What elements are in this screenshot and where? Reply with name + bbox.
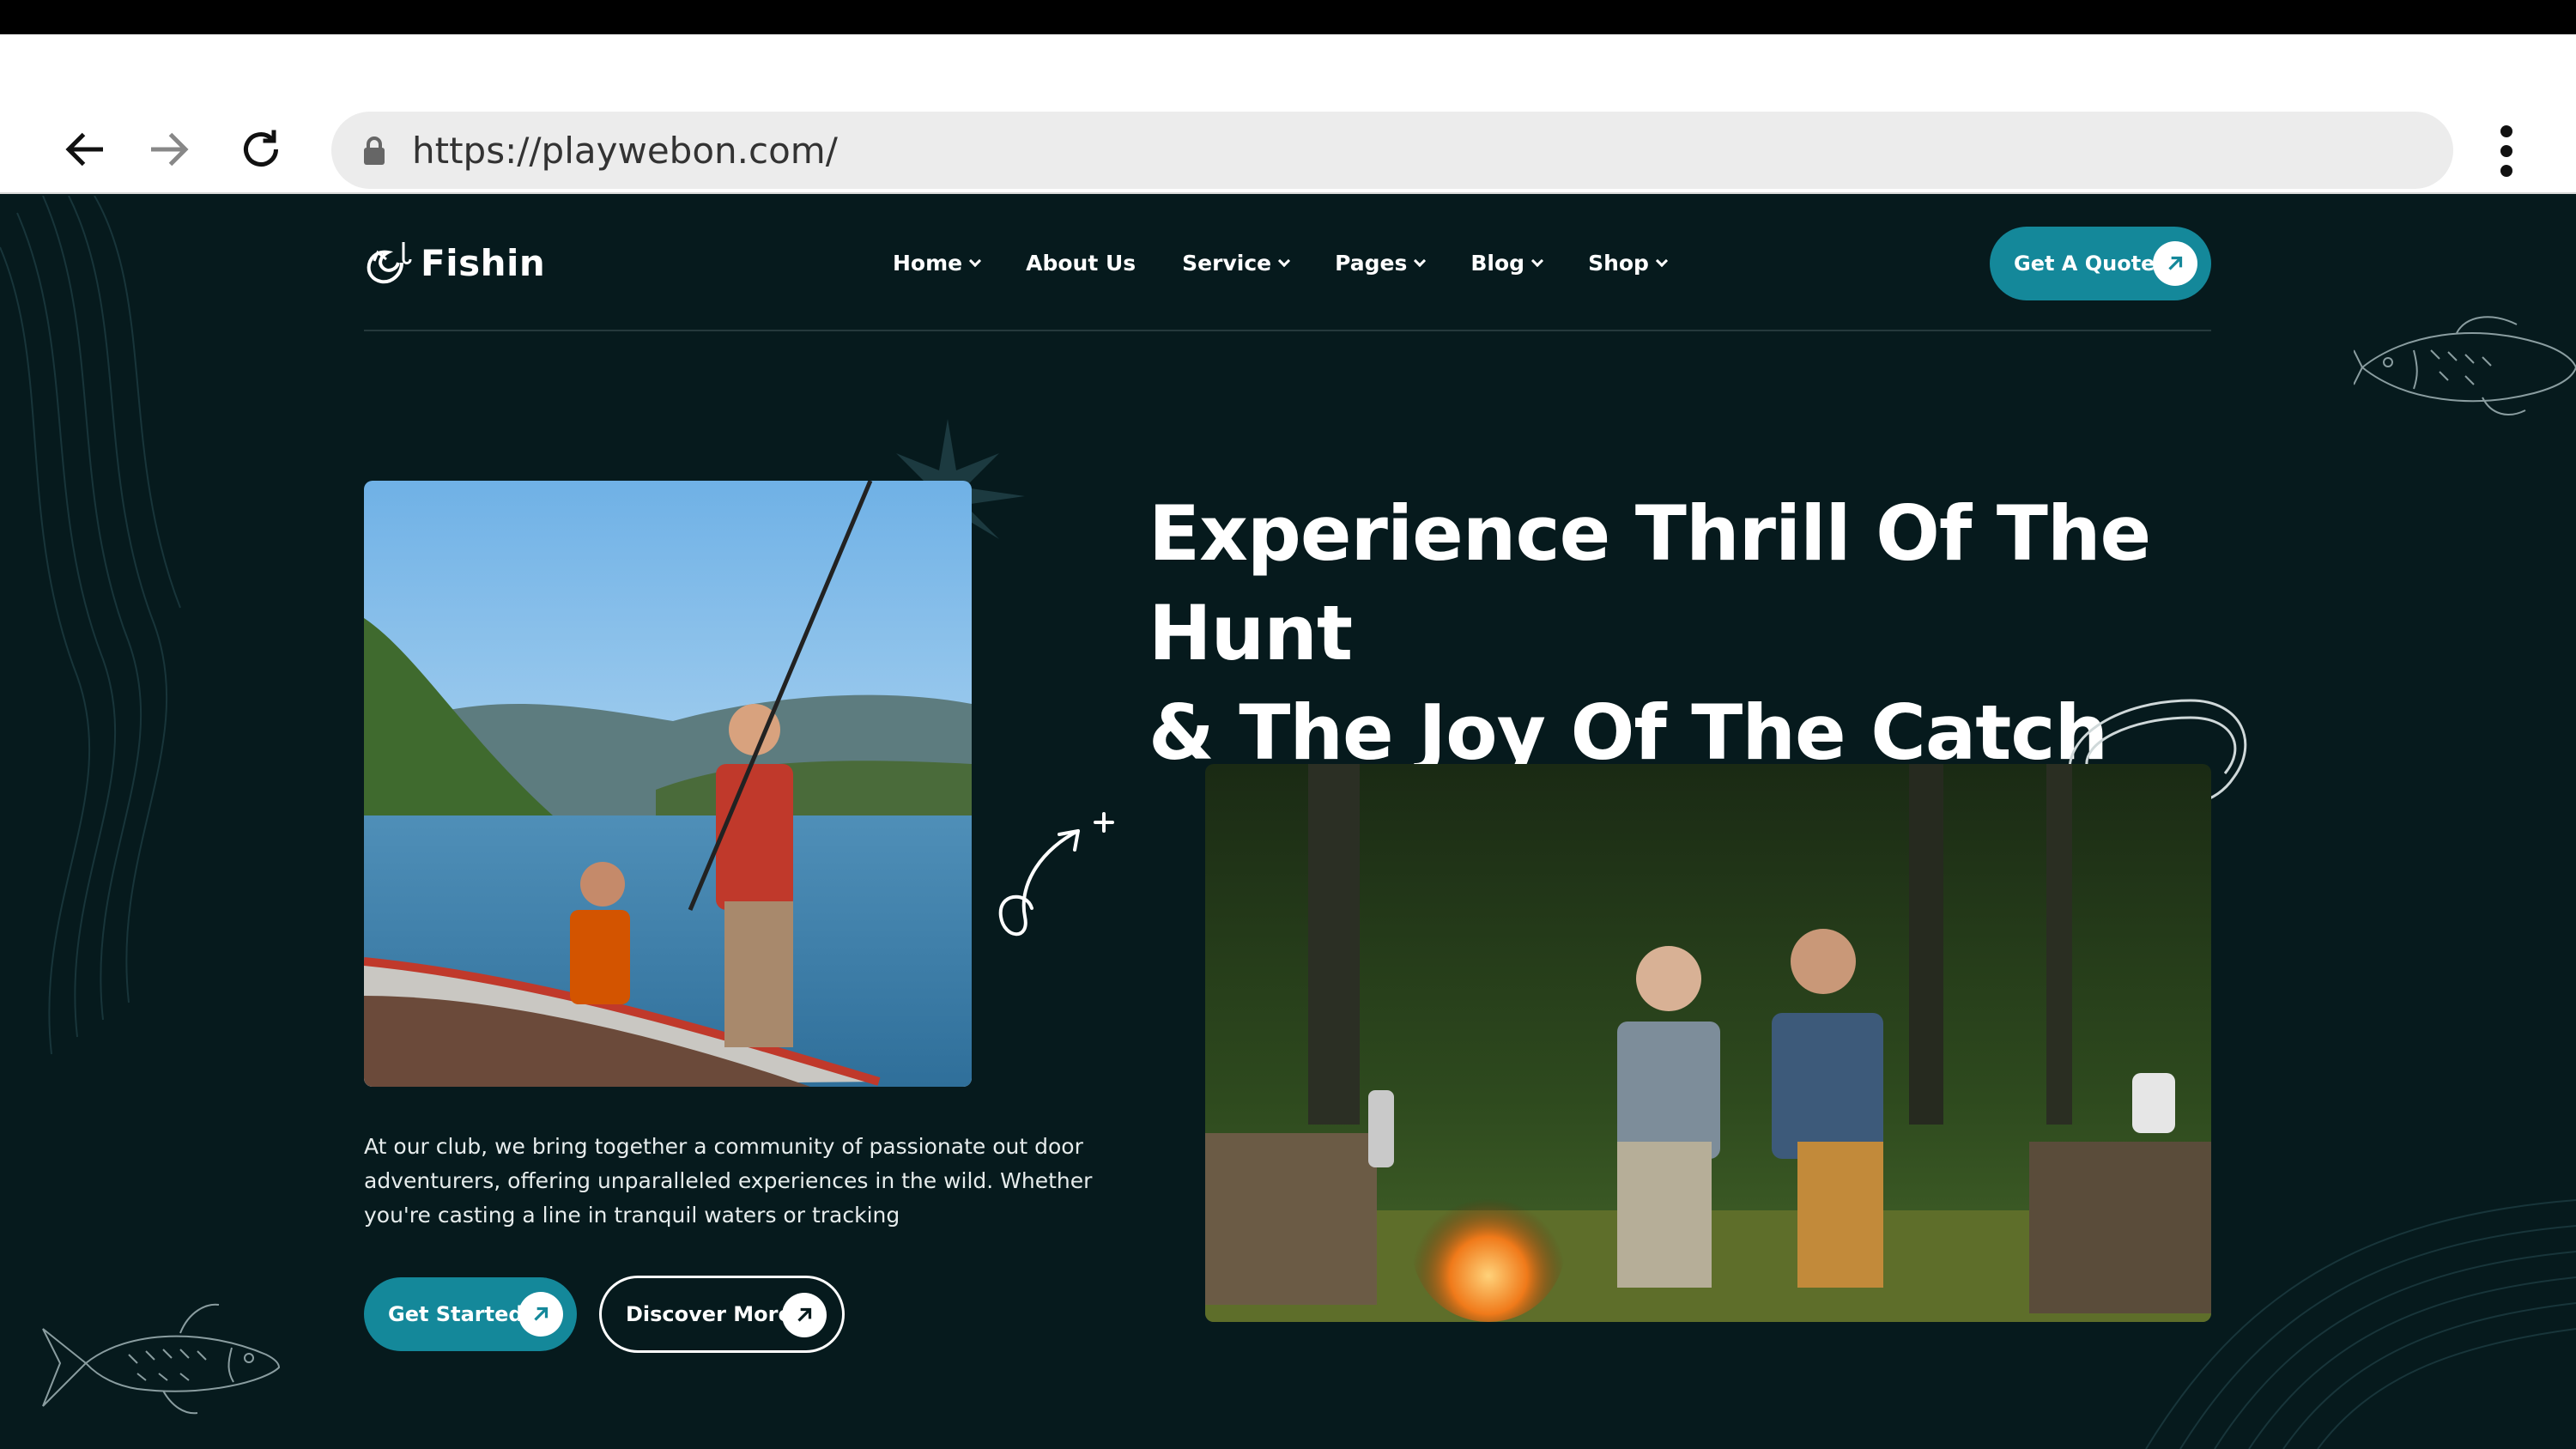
status-bar xyxy=(0,0,2576,34)
chevron-down-icon xyxy=(1278,254,1291,267)
hero-description: At our club, we bring together a communi… xyxy=(364,1134,1093,1228)
discover-more-label: Discover More xyxy=(626,1302,792,1326)
chevron-down-icon xyxy=(969,254,982,267)
nav-item-label: Pages xyxy=(1335,251,1408,276)
nav-item-label: Service xyxy=(1182,251,1272,276)
nav-item-label: About Us xyxy=(1026,251,1136,276)
fish-sketch-icon xyxy=(2354,316,2576,415)
arrow-up-right-icon xyxy=(518,1292,563,1337)
tuna-sketch-icon xyxy=(42,1303,281,1415)
get-started-button[interactable]: Get Started xyxy=(364,1277,577,1351)
nav-item-blog[interactable]: Blog xyxy=(1470,251,1544,276)
curly-arrow-decoration xyxy=(998,812,1114,937)
nav-item-label: Blog xyxy=(1470,251,1525,276)
forward-button[interactable] xyxy=(137,118,199,180)
website: Fishin Home About Us Service Pages Blog … xyxy=(0,196,2576,1449)
back-button[interactable] xyxy=(55,118,117,180)
page: https://playwebon.com/ Fishin Home About… xyxy=(0,0,2576,1449)
arrow-up-right-icon xyxy=(782,1293,827,1337)
get-a-quote-button[interactable]: Get A Quote xyxy=(1990,227,2211,300)
nav-item-about-us[interactable]: About Us xyxy=(1026,251,1136,276)
logo-text: Fishin xyxy=(421,241,546,284)
nav-item-label: Shop xyxy=(1588,251,1649,276)
hero-title-line1: Experience Thrill Of The Hunt xyxy=(1149,489,2151,677)
url-text[interactable]: https://playwebon.com/ xyxy=(412,130,838,172)
chevron-down-icon xyxy=(1414,254,1427,267)
chevron-down-icon xyxy=(1531,254,1544,267)
get-started-label: Get Started xyxy=(388,1302,524,1326)
arrow-right-icon xyxy=(151,132,189,167)
reload-button[interactable] xyxy=(230,118,292,180)
nav-item-service[interactable]: Service xyxy=(1182,251,1291,276)
camping-photo xyxy=(1205,764,2211,1322)
nav-item-label: Home xyxy=(893,251,963,276)
arrow-up-right-icon xyxy=(2153,241,2197,286)
kebab-menu-icon xyxy=(2500,125,2512,137)
get-a-quote-label: Get A Quote xyxy=(2014,252,2155,276)
nav-item-shop[interactable]: Shop xyxy=(1588,251,1669,276)
fishing-photo xyxy=(364,481,972,1087)
site-logo[interactable]: Fishin xyxy=(364,237,545,288)
browser-menu-button[interactable] xyxy=(2481,120,2532,182)
menu-dot xyxy=(2500,165,2512,177)
menu-dot xyxy=(2500,145,2512,157)
address-bar[interactable]: https://playwebon.com/ xyxy=(331,112,2453,189)
chevron-down-icon xyxy=(1655,254,1669,267)
lock-icon xyxy=(364,136,385,165)
browser-toolbar: https://playwebon.com/ xyxy=(0,34,2576,194)
nav-item-pages[interactable]: Pages xyxy=(1335,251,1427,276)
fish-logo-icon xyxy=(367,242,412,284)
arrow-left-icon xyxy=(65,132,103,167)
nav-item-home[interactable]: Home xyxy=(893,251,982,276)
header-divider xyxy=(364,330,2211,331)
discover-more-button[interactable]: Discover More xyxy=(599,1276,845,1353)
reload-icon xyxy=(244,130,278,167)
main-nav: Home About Us Service Pages Blog Shop xyxy=(893,251,1712,276)
